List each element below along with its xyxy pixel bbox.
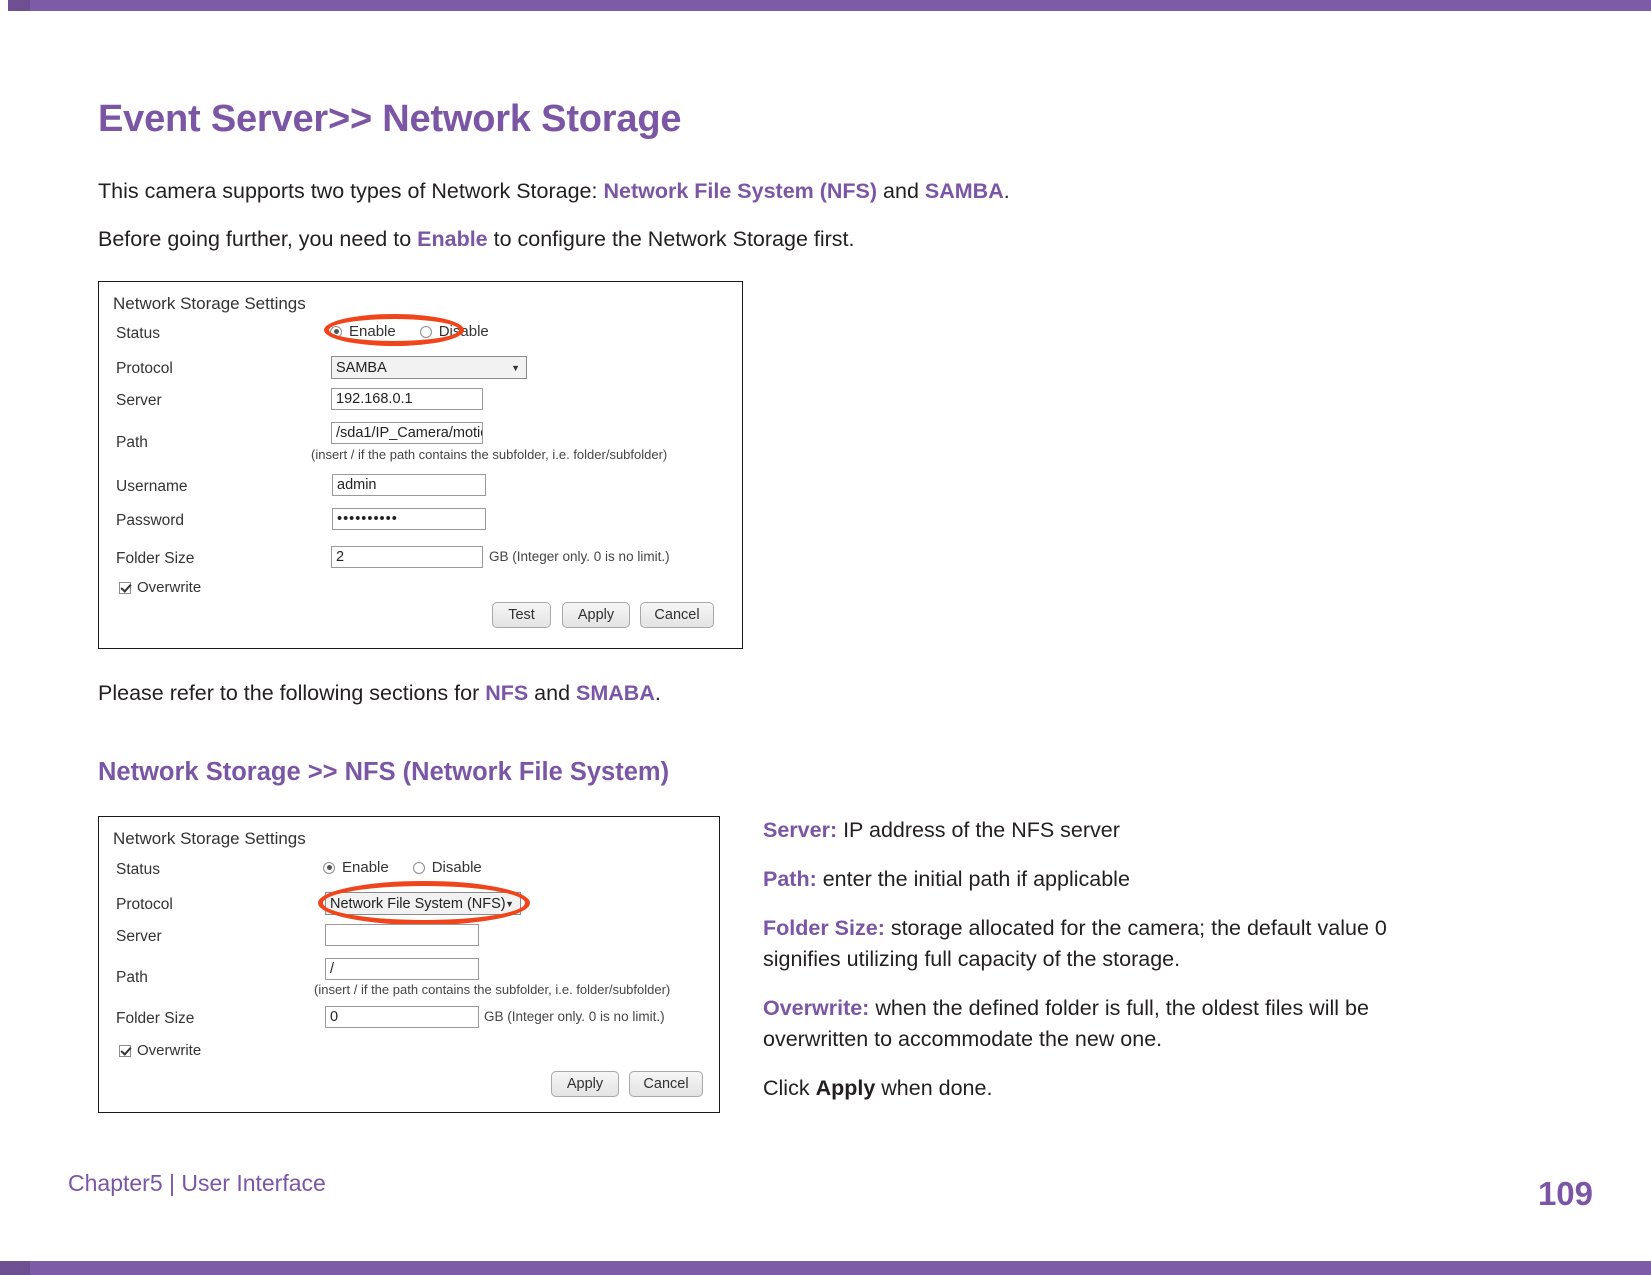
samba-server-label: Server (116, 392, 162, 409)
nfs-path-hint: (insert / if the path contains the subfo… (314, 982, 671, 997)
intro2-text-post: to configure the Network Storage first. (487, 227, 855, 251)
nfs-folder-size-label: Folder Size (116, 1010, 195, 1027)
samba-path-hint: (insert / if the path contains the subfo… (311, 447, 668, 462)
samba-status-enable-label: Enable (349, 323, 396, 340)
footer-page-number: 109 (1537, 1175, 1593, 1212)
nfs-overwrite-checkbox-row[interactable]: Overwrite (119, 1042, 201, 1059)
nfs-status-enable-label: Enable (342, 859, 389, 876)
intro1-text-mid: and (877, 179, 925, 203)
samba-protocol-select[interactable]: SAMBA ▼ (331, 356, 527, 379)
nfs-field-descriptions: Server: IP address of the NFS server Pat… (763, 815, 1453, 1122)
nfs-path-input[interactable]: / (325, 958, 479, 980)
desc-server: Server: IP address of the NFS server (763, 815, 1453, 846)
desc-click-pre: Click (763, 1076, 816, 1100)
nfs-status-disable-radio[interactable] (412, 861, 425, 874)
nfs-protocol-select[interactable]: Network File System (NFS) ▼ (325, 892, 521, 915)
desc-path-text: enter the initial path if applicable (816, 867, 1130, 891)
refer-paragraph: Please refer to the following sections f… (98, 678, 661, 708)
desc-overwrite: Overwrite: when the defined folder is fu… (763, 993, 1453, 1055)
nfs-folder-size-unit: GB (Integer only. 0 is no limit.) (484, 1009, 665, 1024)
intro1-text-pre: This camera supports two types of Networ… (98, 179, 604, 203)
nfs-protocol-label: Protocol (116, 896, 173, 913)
nfs-server-input[interactable] (325, 924, 479, 946)
desc-path-term: Path: (763, 867, 817, 891)
samba-folder-size-unit: GB (Integer only. 0 is no limit.) (489, 549, 670, 564)
samba-overwrite-label: Overwrite (137, 579, 202, 596)
samba-panel-heading: Network Storage Settings (113, 294, 306, 313)
nfs-status-label: Status (116, 861, 160, 878)
chevron-down-icon: ▼ (505, 898, 514, 909)
samba-password-input[interactable]: •••••••••• (332, 508, 486, 530)
refer-text-mid: and (528, 681, 577, 705)
nfs-settings-screenshot: Network Storage Settings Status Enable D… (98, 816, 720, 1113)
desc-server-text: IP address of the NFS server (837, 818, 1120, 842)
footer-chapter-label: Chapter5 | User Interface (68, 1170, 326, 1196)
chevron-down-icon: ▼ (511, 362, 520, 373)
intro-paragraph-1: This camera supports two types of Networ… (98, 176, 1010, 206)
intro1-term-samba: SAMBA (924, 179, 1004, 203)
bottom-bar-left-cap (0, 1261, 30, 1275)
samba-status-radio-group[interactable]: Enable Disable (330, 323, 489, 340)
desc-click-post: when done. (875, 1076, 993, 1100)
samba-path-label: Path (116, 434, 148, 451)
samba-folder-size-label: Folder Size (116, 550, 195, 567)
desc-server-term: Server: (763, 818, 838, 842)
nfs-overwrite-checkbox[interactable] (119, 1044, 131, 1057)
desc-folder-size: Folder Size: storage allocated for the c… (763, 913, 1453, 975)
page-title: Event Server>> Network Storage (98, 98, 682, 140)
refer-term-smaba: SMABA (576, 681, 655, 705)
nfs-status-radio-group[interactable]: Enable Disable (323, 859, 482, 876)
nfs-cancel-button[interactable]: Cancel (629, 1071, 703, 1097)
intro2-term-enable: Enable (417, 227, 488, 251)
samba-overwrite-checkbox-row[interactable]: Overwrite (119, 579, 201, 596)
refer-text-post: . (654, 681, 661, 705)
nfs-overwrite-label: Overwrite (137, 1042, 202, 1059)
left-margin-rail (0, 0, 8, 1275)
nfs-status-enable-radio[interactable] (323, 861, 335, 874)
samba-cancel-button[interactable]: Cancel (640, 602, 714, 628)
samba-path-input[interactable]: /sda1/IP_Camera/motion (331, 422, 483, 444)
samba-folder-size-input[interactable]: 2 (331, 546, 483, 568)
intro1-text-post: . (1003, 179, 1010, 203)
nfs-path-label: Path (116, 969, 148, 986)
nfs-apply-button[interactable]: Apply (551, 1071, 619, 1097)
top-decorative-bar (0, 0, 1651, 11)
samba-overwrite-checkbox[interactable] (119, 581, 131, 594)
refer-term-nfs: NFS (485, 681, 529, 705)
samba-status-disable-radio[interactable] (419, 325, 432, 338)
nfs-server-label: Server (116, 928, 162, 945)
nfs-status-disable-label: Disable (431, 859, 482, 876)
samba-status-disable-label: Disable (438, 323, 489, 340)
samba-protocol-label: Protocol (116, 360, 173, 377)
desc-click-bold: Apply (815, 1076, 876, 1100)
bottom-decorative-bar (0, 1261, 1651, 1275)
samba-username-label: Username (116, 478, 188, 495)
samba-username-input[interactable]: admin (332, 474, 486, 496)
samba-apply-button[interactable]: Apply (562, 602, 630, 628)
refer-text-pre: Please refer to the following sections f… (98, 681, 486, 705)
samba-settings-screenshot: Network Storage Settings Status Enable D… (98, 281, 743, 649)
intro-paragraph-2: Before going further, you need to Enable… (98, 224, 855, 254)
samba-server-input[interactable]: 192.168.0.1 (331, 388, 483, 410)
nfs-protocol-value: Network File System (NFS) (330, 896, 506, 912)
desc-overwrite-term: Overwrite: (763, 996, 870, 1020)
intro2-text-pre: Before going further, you need to (98, 227, 418, 251)
samba-status-label: Status (116, 325, 160, 342)
desc-click-apply: Click Apply when done. (763, 1073, 1453, 1104)
nfs-panel-heading: Network Storage Settings (113, 829, 306, 848)
nfs-folder-size-input[interactable]: 0 (325, 1006, 479, 1028)
samba-test-button[interactable]: Test (492, 602, 551, 628)
samba-status-enable-radio[interactable] (330, 325, 342, 338)
section-title-nfs: Network Storage >> NFS (Network File Sys… (98, 758, 670, 786)
samba-password-label: Password (116, 512, 185, 529)
intro1-term-nfs: Network File System (NFS) (603, 179, 878, 203)
desc-path: Path: enter the initial path if applicab… (763, 864, 1453, 895)
samba-protocol-value: SAMBA (336, 360, 387, 376)
desc-folder-size-term: Folder Size: (763, 916, 885, 940)
